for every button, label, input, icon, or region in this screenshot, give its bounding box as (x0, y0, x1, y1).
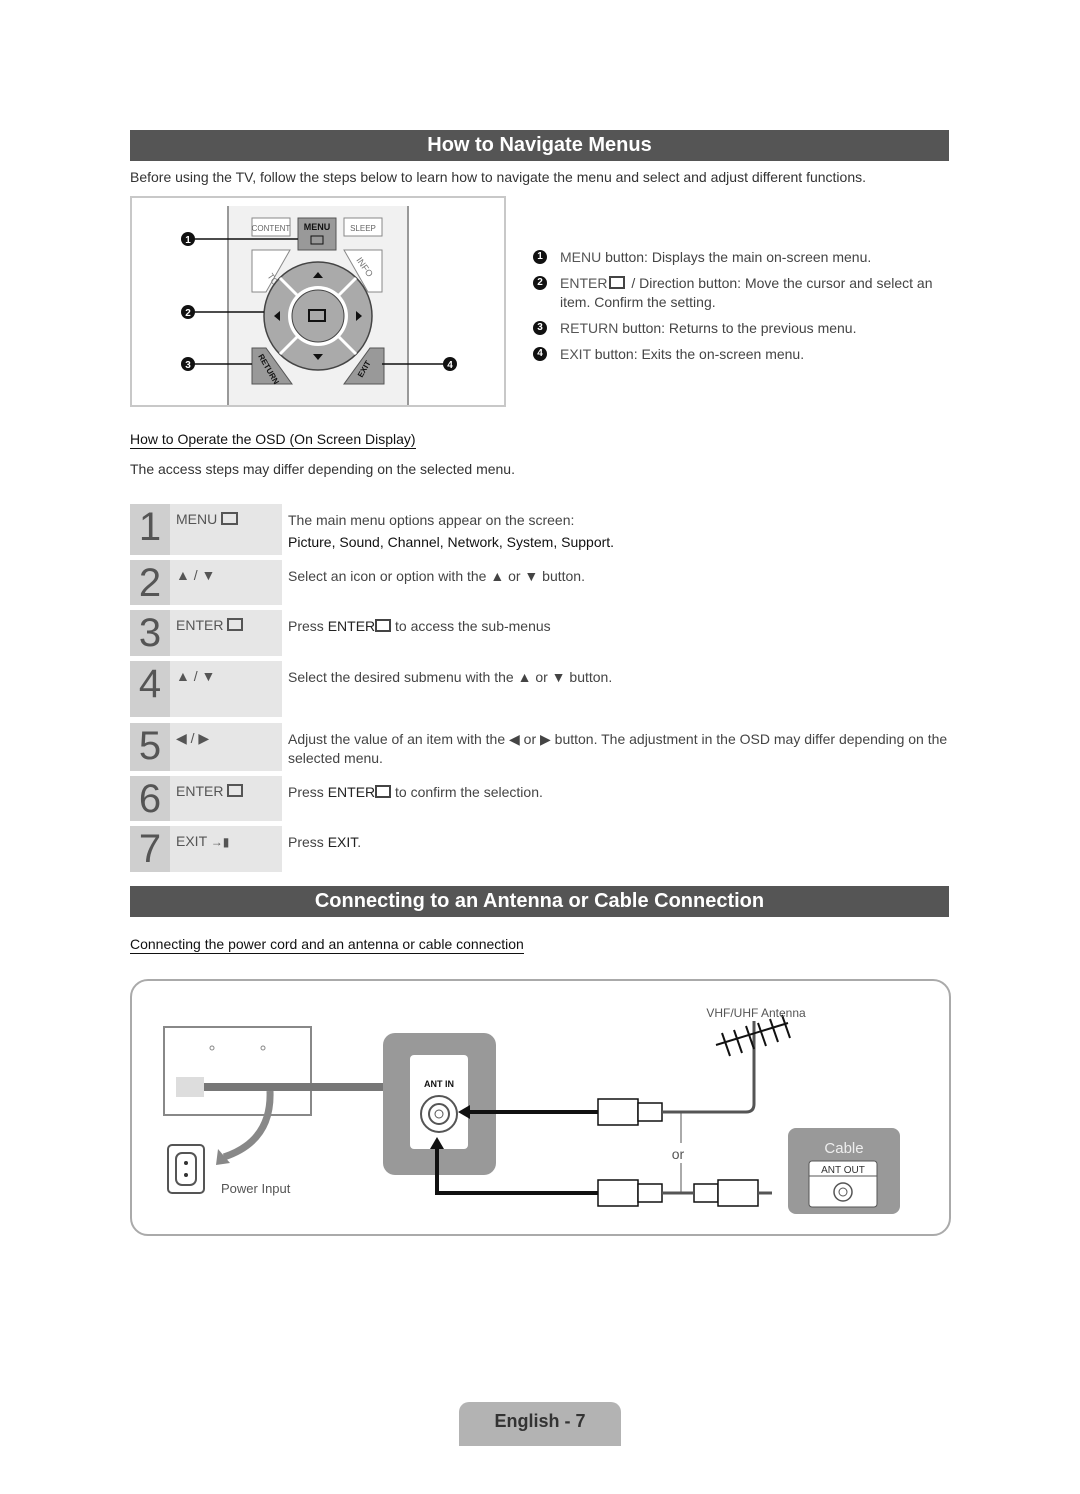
ant-in-label: ANT IN (424, 1079, 454, 1089)
antenna-label: VHF/UHF Antenna (706, 1006, 806, 1020)
connection-diagram-image: Power Input ANT IN or VHF/UHF Antenna Ca… (163, 1006, 900, 1214)
page-number: English - 7 (459, 1402, 621, 1446)
callout-2: 2 (185, 308, 191, 319)
cable-label: Cable (824, 1140, 863, 1157)
step-row: 2 ▲ / ▼ Select an icon or option with th… (130, 560, 949, 605)
power-input-label: Power Input (221, 1181, 291, 1196)
legend-item: 2 ENTER / Direction button: Move the curs… (533, 274, 943, 312)
or-label: or (672, 1146, 685, 1162)
step-row: 4 ▲ / ▼ Select the desired submenu with … (130, 661, 949, 717)
menu-button-label: MENU (304, 222, 331, 232)
enter-icon (375, 785, 392, 798)
section-header-navigate: How to Navigate Menus (130, 130, 949, 161)
manual-page: How to Navigate Menus Before using the T… (0, 0, 1080, 1494)
step-row: 5 ◀ / ▶ Adjust the value of an item with… (130, 723, 949, 771)
step-row: 6 ENTER Press ENTER to confirm the selec… (130, 776, 949, 821)
ant-out-label: ANT OUT (821, 1165, 865, 1176)
section-header-antenna: Connecting to an Antenna or Cable Connec… (130, 886, 949, 917)
enter-icon (227, 618, 244, 631)
callout-3: 3 (185, 360, 191, 371)
enter-icon (375, 619, 392, 632)
connection-diagram: Power Input ANT IN or VHF/UHF Antenna Ca… (130, 979, 951, 1236)
menu-icon (221, 512, 239, 525)
osd-subtitle: How to Operate the OSD (On Screen Displa… (130, 431, 416, 449)
step-row: 1 MENU The main menu options appear on t… (130, 504, 949, 555)
callout-1: 1 (185, 235, 191, 246)
remote-legend: 1 MENU button: Displays the main on-scree… (533, 248, 943, 371)
remote-control-image: CONTENT MENU SLEEP TOOLS INFO RETURN EXI… (181, 206, 457, 406)
exit-icon: →▮ (210, 835, 230, 849)
step-row: 7 EXIT →▮ Press EXIT. (130, 826, 949, 872)
content-button-label: CONTENT (252, 224, 291, 233)
intro-text: Before using the TV, follow the steps be… (130, 169, 866, 185)
step-row: 3 ENTER Press ENTER to access the sub-me… (130, 610, 949, 656)
sleep-button-label: SLEEP (350, 224, 376, 233)
osd-note: The access steps may differ depending on… (130, 461, 515, 477)
callout-4: 4 (447, 360, 453, 371)
legend-item: 3 RETURN button: Returns to the previous … (533, 319, 943, 338)
legend-item: 1 MENU button: Displays the main on-scree… (533, 248, 943, 267)
legend-item: 4 EXIT button: Exits the on-screen menu. (533, 345, 943, 364)
remote-illustration: CONTENT MENU SLEEP TOOLS INFO RETURN EXI… (130, 196, 506, 407)
antenna-subtitle: Connecting the power cord and an antenna… (130, 936, 524, 954)
enter-icon (609, 276, 626, 289)
enter-icon (227, 784, 244, 797)
